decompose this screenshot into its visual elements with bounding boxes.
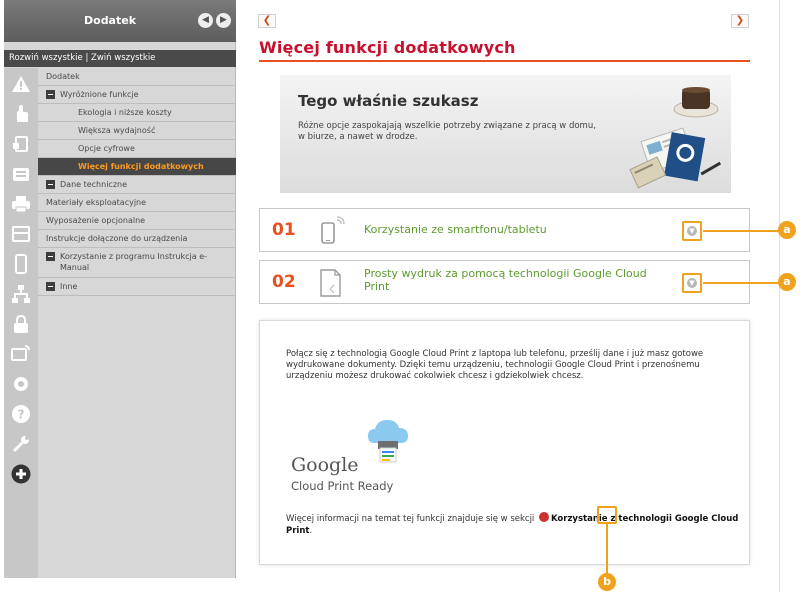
next-page-button[interactable]: ❯ xyxy=(731,14,749,28)
svg-text:?: ? xyxy=(18,408,25,422)
feature-row-cloud-print[interactable]: 02 Prosty wydruk za pomocą technologii G… xyxy=(259,260,750,304)
expand-feature-toggle[interactable]: ▼ xyxy=(682,273,702,293)
more-info-text: Więcej informacji na temat tej funkcji z… xyxy=(286,512,746,537)
document-print-icon xyxy=(320,269,341,297)
warning-icon[interactable] xyxy=(11,74,31,94)
sidebar-item-materialy[interactable]: Materiały eksploatacyjne xyxy=(38,194,236,212)
collapse-all-link[interactable]: Zwiń wszystkie xyxy=(91,53,155,63)
scanner-icon[interactable] xyxy=(11,224,31,244)
sidebar-header: Dodatek ◀ ▶ xyxy=(4,0,236,42)
link-arrow-icon[interactable] xyxy=(539,512,549,522)
sidebar-item-dodatek[interactable]: Dodatek xyxy=(38,68,236,86)
sidebar-item-label: Korzystanie z programu Instrukcja e-Manu… xyxy=(60,252,208,272)
feature-link-cloud-print[interactable]: Prosty wydruk za pomocą technologii Goog… xyxy=(364,267,664,293)
mobile-icon[interactable] xyxy=(11,254,31,274)
feature-row-smartphone[interactable]: 01 Korzystanie ze smartfonu/tabletu ▼ xyxy=(259,208,750,252)
sidebar-item-label: Wyróżnione funkcje xyxy=(60,90,139,99)
sidebar-item-label: Inne xyxy=(60,282,78,291)
more-info-prefix: Więcej informacji na temat tej funkcji z… xyxy=(286,514,535,524)
next-topic-icon[interactable]: ▶ xyxy=(216,13,231,28)
page-title: Więcej funkcji dodatkowych xyxy=(259,38,516,57)
callout-line-a xyxy=(703,230,781,232)
expand-toggle-icon[interactable] xyxy=(46,180,55,189)
printer-icon[interactable] xyxy=(11,194,31,214)
feature-detail-panel: Połącz się z technologią Google Cloud Pr… xyxy=(259,320,750,565)
expand-feature-toggle[interactable]: ▼ xyxy=(682,221,702,241)
cloud-print-logo-icon xyxy=(368,420,408,463)
collapse-toggle-icon[interactable] xyxy=(46,90,55,99)
copy-device-icon[interactable] xyxy=(11,134,31,154)
sidebar-item-wyroznione-funkcje[interactable]: Wyróżnione funkcje xyxy=(38,86,236,104)
smartphone-icon xyxy=(321,216,345,244)
sidebar-tree: Dodatek Wyróżnione funkcje Ekologia i ni… xyxy=(38,68,236,296)
help-page: Dodatek ◀ ▶ Rozwiń wszystkie | Zwiń wszy… xyxy=(0,0,802,592)
callout-line-b xyxy=(606,524,608,574)
sidebar-item-wiecej-funkcji[interactable]: Więcej funkcji dodatkowych xyxy=(38,158,236,176)
lock-icon[interactable] xyxy=(11,314,31,334)
hero-text: Różne opcje zaspokajają wszelkie potrzeb… xyxy=(298,121,596,142)
sidebar-item-wyposazenie[interactable]: Wyposażenie opcjonalne xyxy=(38,212,236,230)
fax-icon[interactable] xyxy=(11,164,31,184)
feature-link-smartphone[interactable]: Korzystanie ze smartfonu/tabletu xyxy=(364,223,547,236)
wrench-icon[interactable] xyxy=(11,434,31,454)
sidebar-item-ekologia[interactable]: Ekologia i niższe koszty xyxy=(38,104,236,122)
google-logo-text: Google xyxy=(291,454,359,476)
network-icon[interactable] xyxy=(11,284,31,304)
sidebar-item-opcje-cyfrowe[interactable]: Opcje cyfrowe xyxy=(38,140,236,158)
sidebar-item-wydajnosc[interactable]: Większa wydajność xyxy=(38,122,236,140)
sidebar-item-e-manual[interactable]: Korzystanie z programu Instrukcja e-Manu… xyxy=(38,248,236,278)
sidebar-item-label: Dane techniczne xyxy=(60,180,128,189)
title-divider xyxy=(259,60,750,62)
remote-ui-icon[interactable] xyxy=(11,344,31,364)
callout-badge-a: a xyxy=(778,221,796,239)
sidebar-icon-strip: ? xyxy=(4,68,38,578)
sidebar-item-inne[interactable]: Inne xyxy=(38,278,236,296)
sidebar-item-instrukcje[interactable]: Instrukcje dołączone do urządzenia xyxy=(38,230,236,248)
appendix-plus-icon[interactable] xyxy=(11,464,31,484)
callout-badge-b: b xyxy=(598,573,616,591)
sidebar-title: Dodatek xyxy=(84,14,137,27)
separator: | xyxy=(85,53,89,63)
hero-title: Tego właśnie szukasz xyxy=(298,92,479,110)
hand-icon[interactable] xyxy=(11,104,31,124)
sidebar-item-dane-techniczne[interactable]: Dane techniczne xyxy=(38,176,236,194)
expand-all-link[interactable]: Rozwiń wszystkie xyxy=(9,53,83,63)
callout-frame-b xyxy=(597,506,617,524)
sidebar: Dodatek ◀ ▶ Rozwiń wszystkie | Zwiń wszy… xyxy=(4,0,236,578)
callout-line-a xyxy=(703,282,781,284)
callout-badge-a: a xyxy=(778,273,796,291)
more-info-suffix: . xyxy=(309,526,313,536)
expand-toggle-icon[interactable] xyxy=(46,282,55,291)
chevron-down-icon: ▼ xyxy=(687,226,697,236)
detail-paragraph: Połącz się z technologią Google Cloud Pr… xyxy=(286,349,704,381)
feature-number: 02 xyxy=(272,272,296,292)
expand-toggle-icon[interactable] xyxy=(46,252,55,261)
hero-banner: Tego właśnie szukasz Różne opcje zaspoka… xyxy=(280,75,731,193)
office-illustration xyxy=(629,87,722,189)
feature-number: 01 xyxy=(272,220,296,240)
previous-page-button[interactable]: ❮ xyxy=(258,14,276,28)
chevron-down-icon: ▼ xyxy=(687,278,697,288)
expand-collapse-bar: Rozwiń wszystkie | Zwiń wszystkie xyxy=(4,50,236,67)
gear-icon[interactable] xyxy=(11,374,31,394)
help-icon[interactable]: ? xyxy=(11,404,31,424)
previous-topic-icon[interactable]: ◀ xyxy=(198,13,213,28)
cloud-print-ready-text: Cloud Print Ready xyxy=(291,479,394,493)
